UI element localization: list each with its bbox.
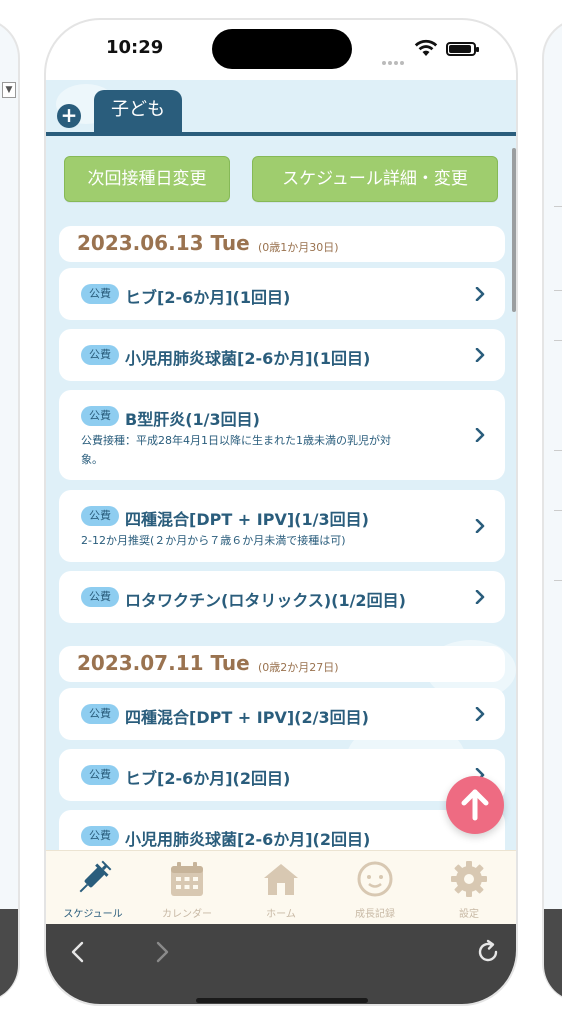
vaccine-note: 公費接種：平成28年4月1日以降に生まれた1歳未満の乳児が対 (81, 434, 391, 447)
public-funded-badge: 公費 (81, 587, 119, 607)
previous-screenshot-edge: ▼ (0, 18, 20, 1003)
vaccine-card[interactable]: 公費 ヒブ[2-6か月](2回目) (59, 749, 505, 801)
scroll-to-top-button[interactable] (446, 776, 504, 834)
arrow-up-icon (461, 789, 489, 821)
age-text: (0歳1か月30日) (258, 241, 339, 254)
nav-calendar[interactable]: カレンダー (140, 851, 234, 925)
screenshot-canvas: ▼ 10:29 + 子ども 次回接種日変更 スケジュール詳細・変更 2023.0… (0, 0, 562, 1024)
chevron-right-icon (475, 707, 485, 721)
dropdown-arrow-icon: ▼ (2, 82, 16, 98)
vaccine-card[interactable]: 公費 四種混合[DPT + IPV](1/3回目) 2-12か月推奨(２か月から… (59, 490, 505, 562)
home-indicator (196, 998, 368, 1003)
vaccine-card[interactable]: 公費 B型肝炎(1/3回目) 公費接種：平成28年4月1日以降に生まれた1歳未満… (59, 390, 505, 480)
nav-label: 成長記録 (355, 909, 395, 920)
add-child-button[interactable]: + (57, 104, 81, 128)
public-funded-badge: 公費 (81, 506, 119, 526)
nav-label: カレンダー (162, 909, 212, 920)
app-content: + 子ども 次回接種日変更 スケジュール詳細・変更 2023.06.13 Tue… (46, 80, 516, 850)
battery-icon (446, 42, 479, 56)
status-bar: 10:29 (46, 20, 516, 80)
public-funded-badge: 公費 (81, 765, 119, 785)
nav-growth[interactable]: 成長記録 (328, 851, 422, 925)
scroll-indicator[interactable] (512, 148, 516, 312)
dynamic-island (212, 29, 352, 69)
back-arrow-icon[interactable] (68, 940, 88, 964)
date-header: 2023.06.13 Tue (0歳1か月30日) (59, 226, 505, 262)
vaccine-name: 小児用肺炎球菌[2-6か月](1回目) (125, 349, 371, 368)
nav-settings[interactable]: 設定 (422, 851, 516, 925)
age-text: (0歳2か月27日) (258, 661, 339, 674)
reload-icon[interactable] (474, 938, 502, 966)
nav-label: スケジュール (63, 909, 123, 920)
chevron-right-icon (475, 590, 485, 604)
vaccine-card[interactable]: 公費 ヒブ[2-6か月](1回目) (59, 268, 505, 320)
vaccine-card[interactable]: 公費 小児用肺炎球菌[2-6か月](1回目) (59, 329, 505, 381)
house-icon (264, 864, 298, 895)
date-text: 2023.06.13 Tue (77, 231, 250, 255)
tab-underline (46, 132, 516, 136)
vaccine-name: B型肝炎(1/3回目) (125, 410, 260, 429)
chevron-right-icon (475, 348, 485, 362)
forward-arrow-icon[interactable] (152, 940, 172, 964)
vaccine-note: 2-12か月推奨(２か月から７歳６か月未満で接種は可) (81, 534, 346, 547)
public-funded-badge: 公費 (81, 345, 119, 365)
syringe-icon (79, 860, 112, 893)
chevron-right-icon (475, 287, 485, 301)
status-time: 10:29 (106, 37, 164, 58)
vaccine-card[interactable]: 公費 ロタワクチン(ロタリックス)(1/2回目) (59, 571, 505, 623)
phone-frame: 10:29 + 子ども 次回接種日変更 スケジュール詳細・変更 2023.06.… (44, 18, 518, 1006)
baby-face-icon (357, 861, 393, 897)
wifi-icon (414, 39, 438, 56)
vaccine-name: 四種混合[DPT + IPV](1/3回目) (125, 510, 369, 529)
schedule-detail-button[interactable]: スケジュール詳細・変更 (252, 156, 498, 202)
vaccine-name: ロタワクチン(ロタリックス)(1/2回目) (125, 591, 406, 610)
date-text: 2023.07.11 Tue (77, 651, 250, 675)
nav-label: ホーム (266, 909, 296, 920)
chevron-right-icon (475, 428, 485, 442)
bottom-navigation: スケジュール カレンダー ホーム 成長記録 設定 (46, 850, 516, 925)
vaccine-name: 小児用肺炎球菌[2-6か月](2回目) (125, 830, 371, 849)
gear-icon (451, 861, 487, 897)
public-funded-badge: 公費 (81, 284, 119, 304)
vaccine-name: 四種混合[DPT + IPV](2/3回目) (125, 708, 369, 727)
browser-toolbar (46, 924, 516, 1004)
browser-bar-fragment (544, 909, 562, 1001)
nav-label: 設定 (459, 909, 479, 920)
vaccine-card[interactable]: 公費 小児用肺炎球菌[2-6か月](2回目) (59, 810, 505, 850)
vaccine-name: ヒブ[2-6か月](1回目) (125, 288, 291, 307)
nav-schedule[interactable]: スケジュール (46, 851, 140, 925)
vaccine-name: ヒブ[2-6か月](2回目) (125, 769, 291, 788)
tab-child[interactable]: 子ども (94, 90, 182, 134)
public-funded-badge: 公費 (81, 406, 119, 426)
public-funded-badge: 公費 (81, 826, 119, 846)
date-header: 2023.07.11 Tue (0歳2か月27日) (59, 646, 505, 682)
public-funded-badge: 公費 (81, 704, 119, 724)
change-next-date-button[interactable]: 次回接種日変更 (64, 156, 230, 202)
chevron-right-icon (475, 519, 485, 533)
child-tab-bar: + 子ども (46, 80, 516, 136)
browser-bar-fragment (0, 909, 18, 1001)
vaccine-note: 象。 (81, 453, 103, 466)
signal-icon (382, 50, 408, 65)
calendar-icon (171, 862, 203, 896)
next-screenshot-edge (542, 18, 562, 1003)
nav-home[interactable]: ホーム (234, 851, 328, 925)
vaccine-card[interactable]: 公費 四種混合[DPT + IPV](2/3回目) (59, 688, 505, 740)
